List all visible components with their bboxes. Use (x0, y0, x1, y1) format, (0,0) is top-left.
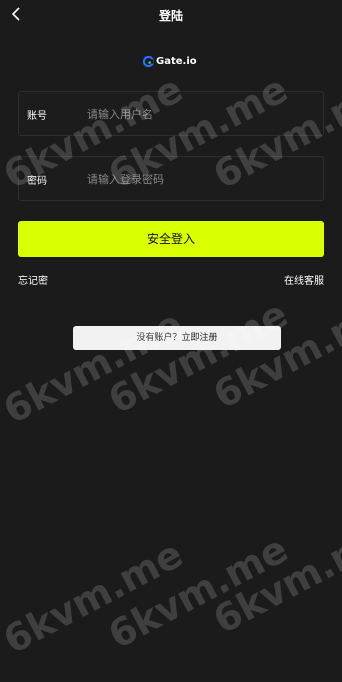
password-input[interactable] (87, 165, 315, 193)
login-button[interactable]: 安全登入 (18, 221, 324, 257)
register-button[interactable]: 没有账户？立即注册 (73, 326, 281, 350)
watermark-text: 6kvm.me (101, 291, 295, 423)
account-field: 账号 (18, 91, 324, 136)
top-nav-bar: 登陆 (0, 0, 342, 30)
password-label: 密码 (27, 176, 47, 187)
watermark-text: 6kvm.me (206, 286, 342, 418)
watermark-text: 6kvm.me (0, 531, 190, 663)
brand-logo: Gate.io (143, 53, 197, 69)
password-field: 密码 (18, 156, 324, 201)
forgot-password-link[interactable]: 忘记密 (18, 272, 48, 287)
logo-text: Gate.io (156, 55, 197, 67)
watermark-text: 6kvm.me (0, 301, 190, 433)
account-input[interactable] (87, 100, 315, 128)
watermark-text: 6kvm.me (101, 526, 295, 658)
gate-logo-icon (143, 55, 154, 67)
watermark-text: 6kvm.me (206, 511, 342, 643)
account-label: 账号 (27, 111, 47, 122)
page-title: 登陆 (158, 9, 183, 23)
online-support-link[interactable]: 在线客服 (284, 272, 324, 287)
